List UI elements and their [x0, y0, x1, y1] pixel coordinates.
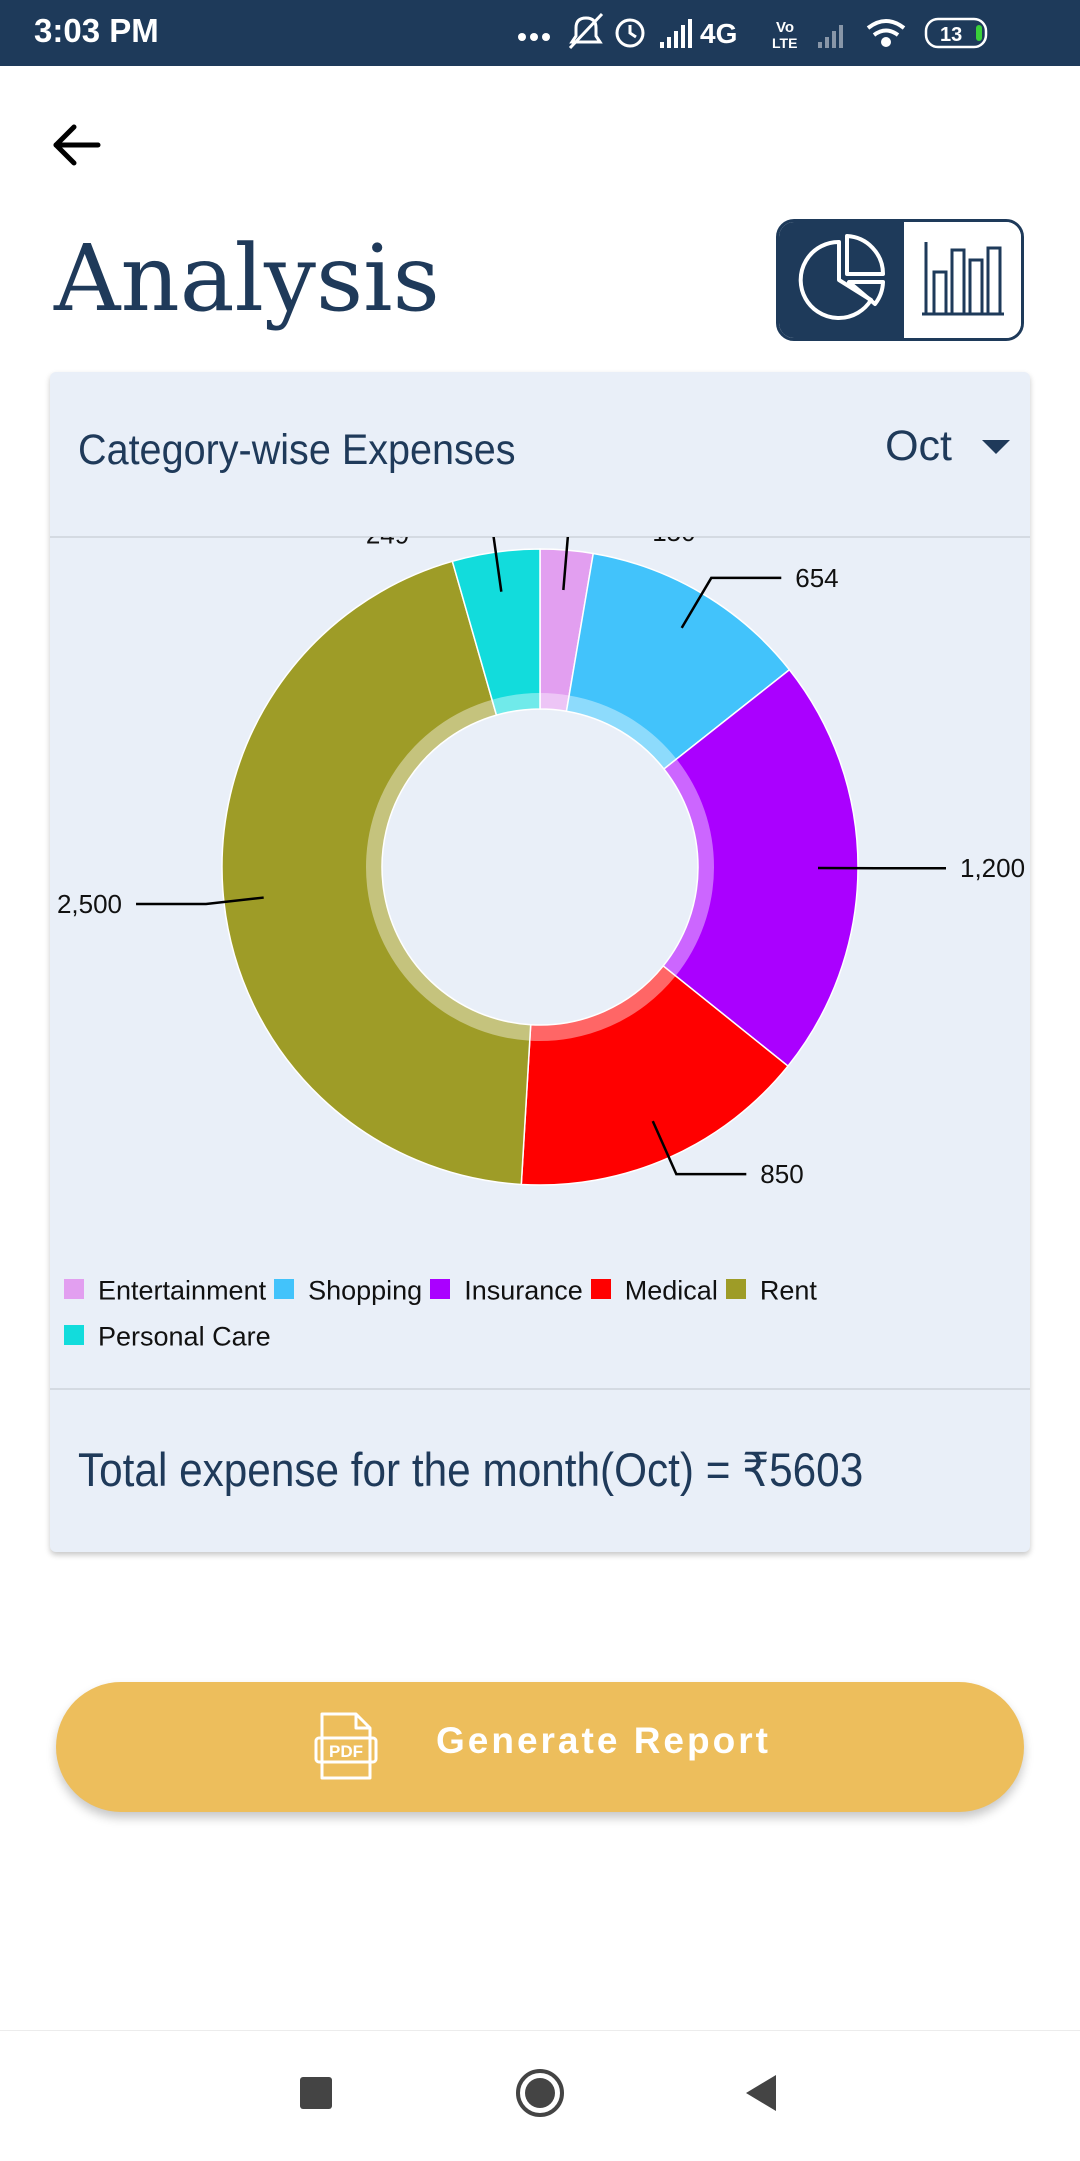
generate-report-label: Generate Report — [436, 1720, 771, 1762]
legend-label: Shopping — [308, 1276, 422, 1306]
data-label-entertainment: 150 — [652, 537, 695, 547]
back-triangle-icon[interactable] — [742, 2073, 782, 2113]
arrow-left-icon — [56, 127, 98, 163]
signal-icon — [660, 19, 692, 48]
chart-view-toggle — [776, 219, 1024, 341]
donut-chart: 150 654 1,200 850 2,500 249 — [50, 537, 1030, 1257]
status-bar: 3:03 PM 4G Vo LTE 13 — [0, 0, 1080, 66]
bar-view-button[interactable] — [904, 222, 1021, 338]
data-label-medical: 850 — [760, 1159, 803, 1189]
bell-off-icon — [570, 14, 602, 48]
pie-chart-icon — [779, 222, 904, 338]
data-label-shopping: 654 — [795, 563, 838, 593]
month-dropdown-value: Oct — [885, 422, 952, 470]
alarm-icon — [617, 20, 643, 46]
legend-swatch — [274, 1279, 294, 1299]
legend-label: Rent — [760, 1276, 817, 1306]
more-dots-icon — [518, 33, 550, 41]
status-time: 3:03 PM — [34, 12, 159, 50]
legend-swatch — [591, 1279, 611, 1299]
data-label-rent: 2,500 — [57, 889, 122, 919]
legend-swatch — [726, 1279, 746, 1299]
legend-item-medical: Medical — [591, 1274, 718, 1306]
pdf-icon: PDF — [314, 1710, 378, 1782]
network-4g-icon: 4G — [700, 18, 737, 49]
legend-item-insurance: Insurance — [430, 1274, 583, 1306]
svg-text:13: 13 — [940, 24, 962, 46]
status-icons: 4G Vo LTE 13 — [514, 10, 1054, 56]
generate-report-button[interactable]: PDF Generate Report — [56, 1682, 1024, 1812]
legend-label: Insurance — [464, 1276, 583, 1306]
legend-item-shopping: Shopping — [274, 1274, 422, 1306]
month-dropdown[interactable]: Oct — [885, 422, 1010, 482]
divider — [50, 1388, 1030, 1390]
card-title: Category-wise Expenses — [78, 426, 516, 475]
legend-label: Personal Care — [98, 1322, 271, 1352]
expenses-card: Category-wise Expenses Oct 150 654 1,200 85… — [50, 372, 1030, 1552]
slice-band-entertainment — [540, 693, 569, 711]
signal-2-icon — [818, 25, 843, 48]
legend-item-rent: Rent — [726, 1274, 817, 1306]
home-circle-icon[interactable] — [514, 2067, 566, 2119]
legend-label: Entertainment — [98, 1276, 266, 1306]
volte-icon: Vo — [776, 19, 794, 36]
back-button[interactable] — [44, 112, 110, 178]
legend-swatch — [64, 1325, 84, 1345]
svg-text:LTE: LTE — [772, 35, 797, 51]
legend-label: Medical — [625, 1276, 718, 1306]
total-expense-text: Total expense for the month(Oct) = ₹5603 — [78, 1442, 863, 1498]
pie-view-button[interactable] — [779, 222, 904, 338]
caret-down-icon — [982, 440, 1010, 454]
page-title: Analysis — [54, 224, 440, 334]
recents-square-icon[interactable] — [296, 2073, 336, 2113]
legend-item-personal-care: Personal Care — [64, 1320, 271, 1352]
data-label-personal-care: 249 — [366, 537, 409, 549]
system-nav-bar — [0, 2030, 1080, 2161]
chart-legend: Entertainment Shopping Insurance Medical Ren… — [64, 1274, 1024, 1366]
svg-text:PDF: PDF — [329, 1742, 363, 1761]
battery-icon: 13 — [926, 19, 986, 47]
legend-swatch — [64, 1279, 84, 1299]
legend-item-entertainment: Entertainment — [64, 1274, 266, 1306]
bar-chart-icon — [904, 222, 1021, 338]
legend-swatch — [430, 1279, 450, 1299]
wifi-icon — [868, 21, 904, 45]
data-label-insurance: 1,200 — [960, 853, 1025, 883]
